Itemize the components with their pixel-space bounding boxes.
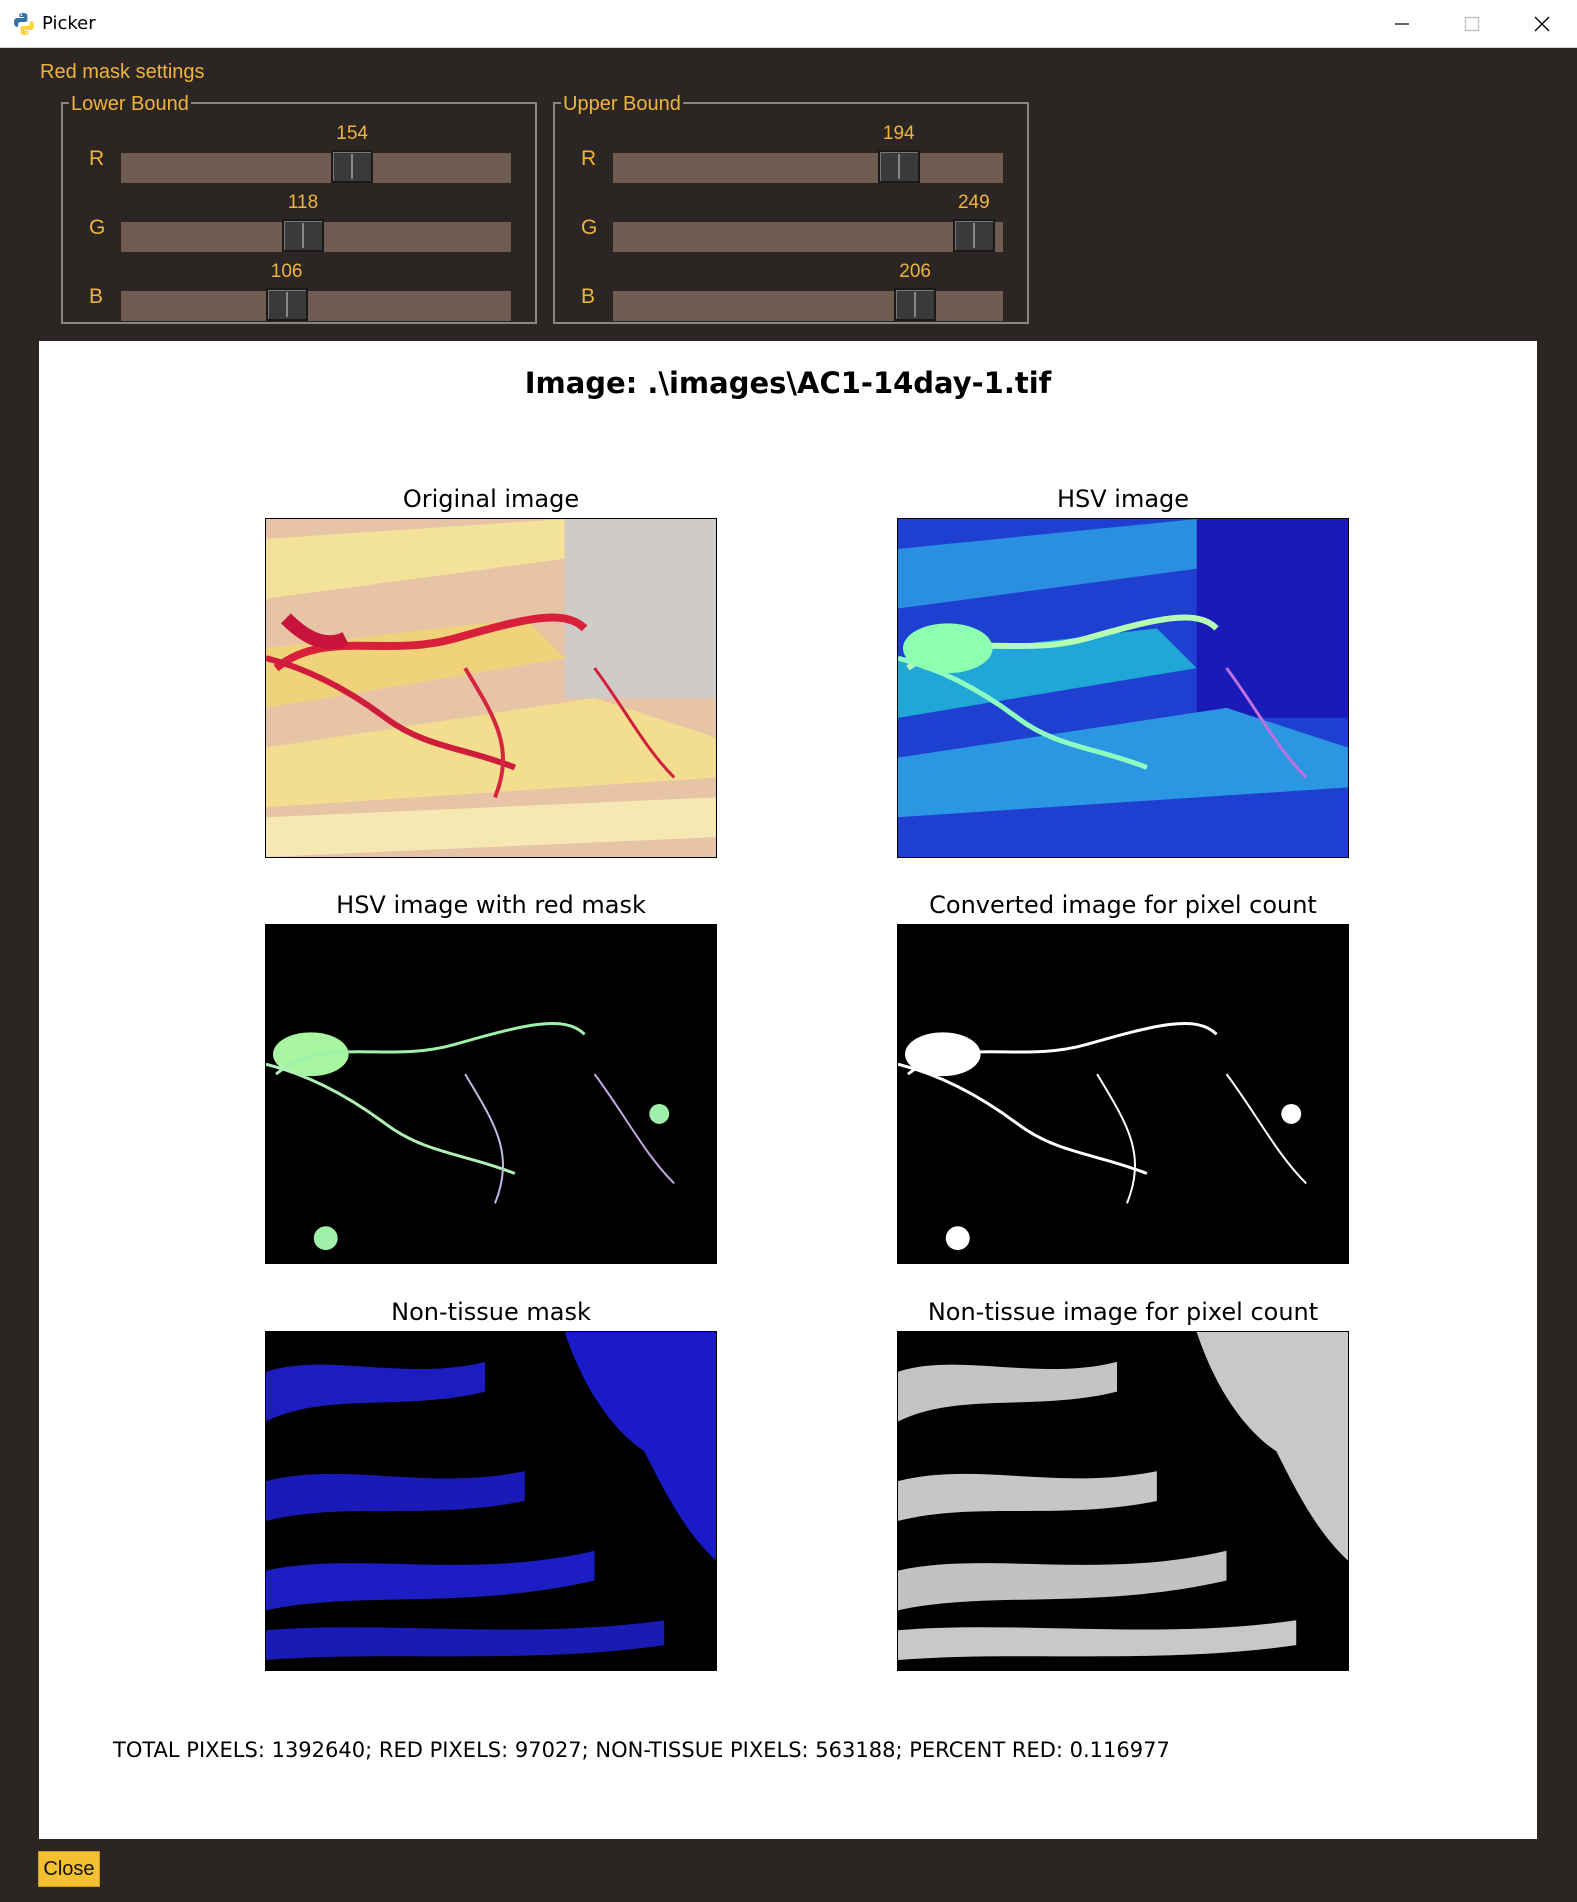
- python-app-icon: [14, 13, 34, 35]
- lower-r-label: R: [89, 147, 105, 170]
- hsv-image: [897, 518, 1349, 858]
- lower-g-value: 118: [287, 192, 319, 213]
- non-tissue-mask-image: [265, 1331, 717, 1671]
- upper-g-value: 249: [957, 192, 990, 213]
- upper-r-value: 194: [882, 123, 915, 144]
- lower-g-slider-row: G 118: [63, 178, 535, 252]
- hsv-red-mask-image: [265, 924, 717, 1264]
- upper-bound-group: Upper Bound R 194 G 249 B 206: [553, 94, 1029, 324]
- non-tissue-count-image: [897, 1331, 1349, 1671]
- lower-b-slider[interactable]: [121, 288, 511, 321]
- original-image: [265, 518, 717, 858]
- subplot-original-image: Original image: [265, 485, 717, 858]
- upper-b-value: 206: [899, 261, 931, 282]
- close-window-button[interactable]: [1507, 0, 1577, 47]
- lower-b-value: 106: [270, 261, 303, 282]
- subplot-non-tissue-mask: Non-tissue mask: [265, 1298, 717, 1671]
- window-title: Picker: [42, 13, 96, 34]
- upper-r-slider-row: R 194: [555, 109, 1027, 183]
- subplot-title: Non-tissue image for pixel count: [927, 1298, 1319, 1326]
- upper-b-slider-handle[interactable]: [894, 288, 937, 321]
- figure-title: Image: .\images\AC1-14day-1.tif: [524, 366, 1052, 400]
- pixel-stats-text: TOTAL PIXELS: 1392640; RED PIXELS: 97027…: [113, 1738, 1170, 1762]
- upper-g-slider-row: G 249: [555, 178, 1027, 252]
- subplot-title: Non-tissue mask: [391, 1298, 591, 1326]
- subplot-title: HSV image: [1056, 485, 1190, 513]
- lower-r-slider-row: R 154: [63, 109, 535, 183]
- maximize-icon: [1464, 16, 1480, 31]
- upper-b-slider[interactable]: [613, 288, 1003, 321]
- upper-b-slider-row: B 206: [555, 247, 1027, 321]
- minimize-button[interactable]: [1367, 0, 1437, 47]
- lower-bound-group: Lower Bound R 154 G 118 B 106: [61, 94, 537, 324]
- subplot-title: HSV image with red mask: [336, 891, 646, 919]
- subplot-hsv-red-mask: HSV image with red mask: [265, 891, 717, 1264]
- converted-image: [897, 924, 1349, 1264]
- upper-r-label: R: [581, 147, 597, 170]
- window-titlebar: Picker: [0, 0, 1577, 48]
- close-icon: [1534, 16, 1550, 31]
- lower-b-slider-row: B 106: [63, 247, 535, 321]
- subplot-title: Original image: [402, 485, 580, 513]
- maximize-button[interactable]: [1437, 0, 1507, 47]
- figure-canvas: Image: .\images\AC1-14day-1.tif Original…: [39, 341, 1537, 1839]
- lower-b-slider-handle[interactable]: [265, 288, 308, 321]
- lower-b-label: B: [89, 285, 104, 308]
- subplot-non-tissue-count: Non-tissue image for pixel count: [897, 1298, 1349, 1671]
- upper-b-label: B: [581, 285, 596, 308]
- subplot-hsv-image: HSV image: [897, 485, 1349, 858]
- lower-r-value: 154: [336, 123, 368, 144]
- subplot-converted-image: Converted image for pixel count: [897, 891, 1349, 1264]
- upper-g-label: G: [581, 216, 598, 239]
- close-button[interactable]: Close: [38, 1851, 100, 1887]
- lower-g-label: G: [89, 216, 106, 239]
- subplot-title: Converted image for pixel count: [929, 891, 1317, 919]
- red-mask-settings-label: Red mask settings: [40, 61, 205, 83]
- minimize-icon: [1395, 22, 1409, 25]
